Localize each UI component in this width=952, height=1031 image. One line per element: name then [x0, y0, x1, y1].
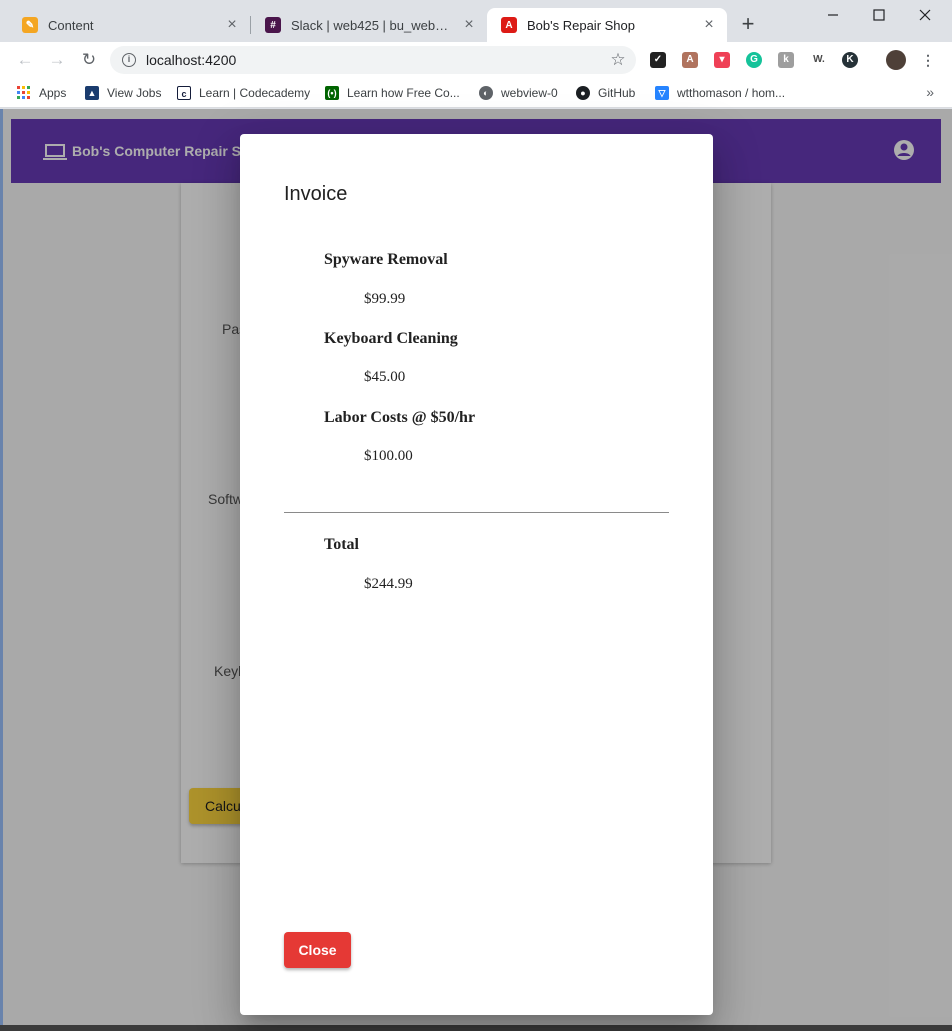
bookmark-codecademy[interactable]: c Learn | Codecademy: [177, 84, 310, 102]
tab-bobs-repair-shop[interactable]: A Bob's Repair Shop ×: [487, 8, 727, 42]
forward-icon[interactable]: →: [45, 48, 69, 72]
minimize-icon[interactable]: [810, 0, 856, 30]
new-tab-icon[interactable]: +: [736, 12, 760, 36]
close-button[interactable]: Close: [284, 932, 351, 968]
tab-strip: ✎ Content × # Slack | web425 | bu_webdev…: [0, 0, 952, 42]
address-bar[interactable]: i localhost:4200 ☆: [110, 46, 636, 74]
bookmark-view-jobs[interactable]: ▲ View Jobs: [85, 84, 161, 102]
bookmarks-bar: Apps ▲ View Jobs c Learn | Codecademy (•…: [0, 78, 952, 108]
freecodecamp-icon: (•): [325, 86, 339, 100]
tab-slack[interactable]: # Slack | web425 | bu_webdev_339 ×: [251, 8, 487, 42]
invoice-item-name: Labor Costs @ $50/hr: [324, 409, 476, 426]
invoice-item-name: Keyboard Cleaning: [324, 330, 458, 347]
url-text[interactable]: localhost:4200: [146, 52, 608, 68]
bookmark-label: Learn how Free Co...: [347, 86, 460, 100]
bookmark-github[interactable]: ● GitHub: [576, 84, 635, 102]
tab-title: Content: [48, 17, 94, 33]
bookmark-freecodecamp[interactable]: (•) Learn how Free Co...: [325, 84, 460, 102]
bookmark-label: webview-0: [501, 86, 558, 100]
tab-content[interactable]: ✎ Content ×: [8, 8, 250, 42]
bookmark-webview[interactable]: ◐ webview-0: [479, 84, 558, 102]
invoice-item-price: $100.00: [364, 448, 413, 464]
ext-gray-icon[interactable]: k: [778, 52, 794, 68]
maximize-icon[interactable]: [856, 0, 902, 30]
apps-grid-icon: [17, 86, 31, 100]
bookmark-label: Learn | Codecademy: [199, 86, 311, 100]
invoice-total-label: Total: [324, 536, 359, 553]
profile-avatar-icon[interactable]: [886, 50, 906, 70]
invoice-item-name: Spyware Removal: [324, 251, 448, 268]
bookmark-apps[interactable]: Apps: [17, 84, 66, 102]
invoice-item-price: $99.99: [364, 291, 406, 307]
github-icon: ●: [576, 86, 590, 100]
grammarly-icon[interactable]: G: [746, 52, 762, 68]
slack-icon: #: [265, 17, 281, 33]
pdf-ext-icon[interactable]: A: [682, 52, 698, 68]
angular-icon: A: [501, 17, 517, 33]
invoice-divider: [284, 512, 669, 513]
reload-icon[interactable]: ↻: [77, 48, 101, 72]
bookmark-label: wtthomason / hom...: [677, 86, 786, 100]
window-left-edge: [0, 109, 3, 1031]
close-window-icon[interactable]: [902, 0, 948, 30]
invoice-dialog: Invoice Spyware Removal $99.99 Keyboard …: [240, 134, 713, 1015]
checklist-ext-icon[interactable]: ✓: [650, 52, 666, 68]
back-icon[interactable]: ←: [13, 48, 37, 72]
invoice-total-value: $244.99: [364, 576, 413, 592]
dialog-title: Invoice: [284, 183, 348, 205]
close-tab-icon[interactable]: ×: [224, 17, 240, 33]
tab-title: Bob's Repair Shop: [527, 17, 635, 33]
jobs-icon: ▲: [85, 86, 99, 100]
browser-toolbar: ← → ↻ i localhost:4200 ☆ ✓ A ▾ G k W. K …: [0, 42, 952, 78]
site-info-icon[interactable]: i: [122, 53, 136, 67]
bookmark-label: GitHub: [598, 86, 636, 100]
pocket-ext-icon[interactable]: ▾: [714, 52, 730, 68]
tab-title: Slack | web425 | bu_webdev_339: [291, 17, 455, 33]
bookmark-label: View Jobs: [107, 86, 162, 100]
globe-icon: ◐: [479, 86, 493, 100]
wappalyzer-icon[interactable]: W.: [808, 52, 830, 68]
bitbucket-icon: ▽: [655, 86, 669, 100]
menu-icon[interactable]: ⋮: [920, 52, 936, 68]
ext-dark-icon[interactable]: K: [842, 52, 858, 68]
pencil-icon: ✎: [22, 17, 38, 33]
close-tab-icon[interactable]: ×: [461, 17, 477, 33]
bookmark-bitbucket[interactable]: ▽ wtthomason / hom...: [655, 84, 785, 102]
invoice-item-price: $45.00: [364, 369, 406, 385]
codecademy-icon: c: [177, 86, 191, 100]
close-tab-icon[interactable]: ×: [701, 17, 717, 33]
bookmarks-overflow-icon[interactable]: »: [926, 84, 934, 100]
bookmark-label: Apps: [39, 86, 67, 100]
taskbar-edge: [0, 1025, 952, 1031]
bookmark-star-icon[interactable]: ☆: [608, 50, 628, 70]
